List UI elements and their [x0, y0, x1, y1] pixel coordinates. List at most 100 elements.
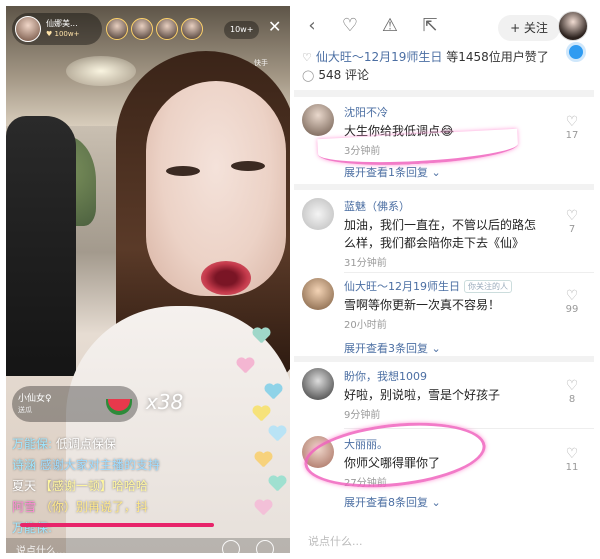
chandelier-light — [66, 56, 136, 86]
divider — [294, 356, 594, 362]
expand-replies[interactable]: 展开查看8条回复 ⌄ — [344, 494, 441, 510]
heart-outline-icon: ♡ — [565, 208, 579, 224]
chat-user: 阿雪 — [12, 500, 37, 514]
gift-icon[interactable] — [256, 540, 274, 553]
chat-user: 万能保: — [12, 437, 53, 451]
commenter-name-text: 沈阳不冷 — [344, 106, 388, 119]
commenter-name-text: 盼你，我想1009 — [344, 370, 427, 383]
chat-user: 诗涵 — [12, 458, 37, 472]
host-avatar[interactable] — [15, 16, 41, 42]
comment-time: 20小时前 — [344, 320, 387, 331]
comment-input[interactable]: 说点什么... — [294, 533, 594, 553]
comment-count-text: 548 评论 — [318, 68, 370, 82]
top-bar: ‹ ♡ ⚠ ⇱ + 关注 — [294, 6, 594, 46]
comment-like[interactable]: ♡ 99 — [560, 288, 584, 315]
divider — [294, 184, 594, 190]
commenter-avatar[interactable] — [302, 278, 334, 310]
host-info: 仙娜美... ♥ 100w+ — [46, 18, 79, 40]
chat-user: 夏天 — [12, 479, 37, 493]
viewer-avatars — [106, 18, 203, 40]
comment-text: 好啦，别说啦，雪是个好孩子 — [344, 388, 501, 402]
comment-icon: ◯ — [302, 69, 315, 82]
streamer-eye — [166, 166, 200, 176]
comment-text: 加油，我们一直在，不管以后的路怎么样，我们都会陪你走下去《仙》 — [344, 218, 537, 250]
comment-item: 盼你，我想1009 好啦，别说啦，雪是个好孩子 9分钟前 ♡ 8 — [294, 368, 594, 430]
viewer-avatar[interactable] — [131, 18, 153, 40]
liker-name[interactable]: 仙大旺～12月19师生日 — [316, 50, 443, 64]
commenter-avatar[interactable] — [302, 198, 334, 230]
streamer-eye — [231, 161, 265, 171]
heart-outline-icon: ♡ — [565, 378, 579, 394]
comment-detail-panel: ‹ ♡ ⚠ ⇱ + 关注 ♡ 仙大旺～12月19师生日 等1458位用户赞了 ◯ 5… — [294, 6, 594, 553]
like-count: 17 — [565, 130, 579, 141]
chat-line: 阿雪 （你）别再说了，抖 — [12, 497, 222, 518]
like-count: 99 — [565, 304, 579, 315]
comment-like[interactable]: ♡ 11 — [560, 446, 584, 473]
like-count: 11 — [565, 462, 579, 473]
likes-rest: 等1458位用户赞了 — [442, 50, 549, 64]
comment-count: ◯ 548 评论 — [302, 66, 369, 83]
viewer-avatar[interactable] — [181, 18, 203, 40]
heart-outline-icon: ♡ — [565, 288, 579, 304]
commenter-avatar[interactable] — [302, 368, 334, 400]
commenter-avatar[interactable] — [302, 104, 334, 136]
gift-combo-count: x38 — [146, 390, 184, 414]
viewer-avatar[interactable] — [106, 18, 128, 40]
comment-like[interactable]: ♡ 7 — [560, 208, 584, 235]
heart-icon — [268, 476, 286, 492]
comment-like[interactable]: ♡ 17 — [560, 114, 584, 141]
chat-message: 低调点保保 — [55, 437, 116, 451]
back-icon[interactable]: ‹ — [302, 16, 322, 36]
comment-text: 雪啊等你更新一次真不容易！ — [344, 298, 501, 312]
live-stream-panel: 仙娜美... ♥ 100w+ 10w+ ✕ 快手 小仙女♀ 送瓜 x38 万能保… — [6, 6, 290, 553]
share-icon[interactable] — [222, 540, 240, 553]
report-icon[interactable]: ⚠ — [380, 16, 400, 36]
followed-tag: 你关注的人 — [464, 280, 512, 293]
chat-message: 感谢大家对主播的支持 — [39, 458, 160, 472]
viewer-count[interactable]: 10w+ — [224, 21, 260, 39]
streamer-mouth — [201, 261, 251, 295]
heart-icon — [254, 500, 272, 516]
chat-line: 夏天 【感谢一顿】哈哈哈 — [12, 476, 222, 497]
commenter-name[interactable]: 仙大旺～12月19师生日 你关注的人 — [344, 278, 512, 294]
record-button[interactable] — [566, 42, 586, 62]
commenter-name-text: 仙大旺～12月19师生日 — [344, 280, 460, 293]
close-icon[interactable]: ✕ — [268, 18, 281, 36]
separator — [344, 272, 594, 273]
chat-line: 万能保: 低调点保保 — [12, 434, 222, 455]
chat-line: 诗涵 感谢大家对主播的支持 — [12, 455, 222, 476]
background-person — [6, 116, 76, 376]
heart-outline-icon: ♡ — [302, 51, 312, 64]
comment-item: 仙大旺～12月19师生日 你关注的人 雪啊等你更新一次真不容易！ 20小时前 ♡ 9… — [294, 278, 594, 364]
commenter-name-text: 蓝魅（佛系） — [344, 200, 410, 213]
viewer-avatar[interactable] — [156, 18, 178, 40]
comment-time: 9分钟前 — [344, 410, 381, 421]
like-icon[interactable]: ♡ — [340, 16, 360, 36]
host-name: 仙娜美... — [46, 19, 78, 28]
expand-replies[interactable]: 展开查看1条回复 ⌄ — [344, 164, 441, 180]
divider — [294, 90, 594, 97]
heart-icon — [268, 426, 286, 442]
chat-message: （你）别再说了，抖 — [39, 500, 148, 514]
comment-like[interactable]: ♡ 8 — [560, 378, 584, 405]
commenter-name[interactable]: 蓝魅（佛系） — [344, 198, 410, 214]
commenter-name[interactable]: 盼你，我想1009 — [344, 368, 427, 384]
share-icon[interactable]: ⇱ — [420, 16, 440, 36]
comment-time: 31分钟前 — [344, 258, 387, 269]
commenter-name[interactable]: 沈阳不冷 — [344, 104, 388, 120]
heart-outline-icon: ♡ — [565, 114, 579, 130]
expand-replies[interactable]: 展开查看3条回复 ⌄ — [344, 340, 441, 356]
like-count: 8 — [568, 394, 576, 405]
live-comment-input[interactable]: 说点什么... — [16, 542, 66, 553]
follow-button[interactable]: + 关注 — [498, 15, 560, 41]
author-avatar[interactable] — [558, 11, 588, 41]
heart-outline-icon: ♡ — [565, 446, 579, 462]
comment-item: 蓝魅（佛系） 加油，我们一直在，不管以后的路怎么样，我们都会陪你走下去《仙》 3… — [294, 198, 594, 274]
likes-summary: ♡ 仙大旺～12月19师生日 等1458位用户赞了 — [302, 48, 549, 65]
heart-icon — [252, 328, 270, 344]
host-info-chip[interactable]: 仙娜美... ♥ 100w+ — [12, 13, 102, 45]
host-fans-count: 100w+ — [54, 30, 80, 38]
platform-tag: 快手 — [254, 59, 268, 67]
heart-icon — [254, 452, 272, 468]
highlight-underline — [20, 523, 214, 527]
